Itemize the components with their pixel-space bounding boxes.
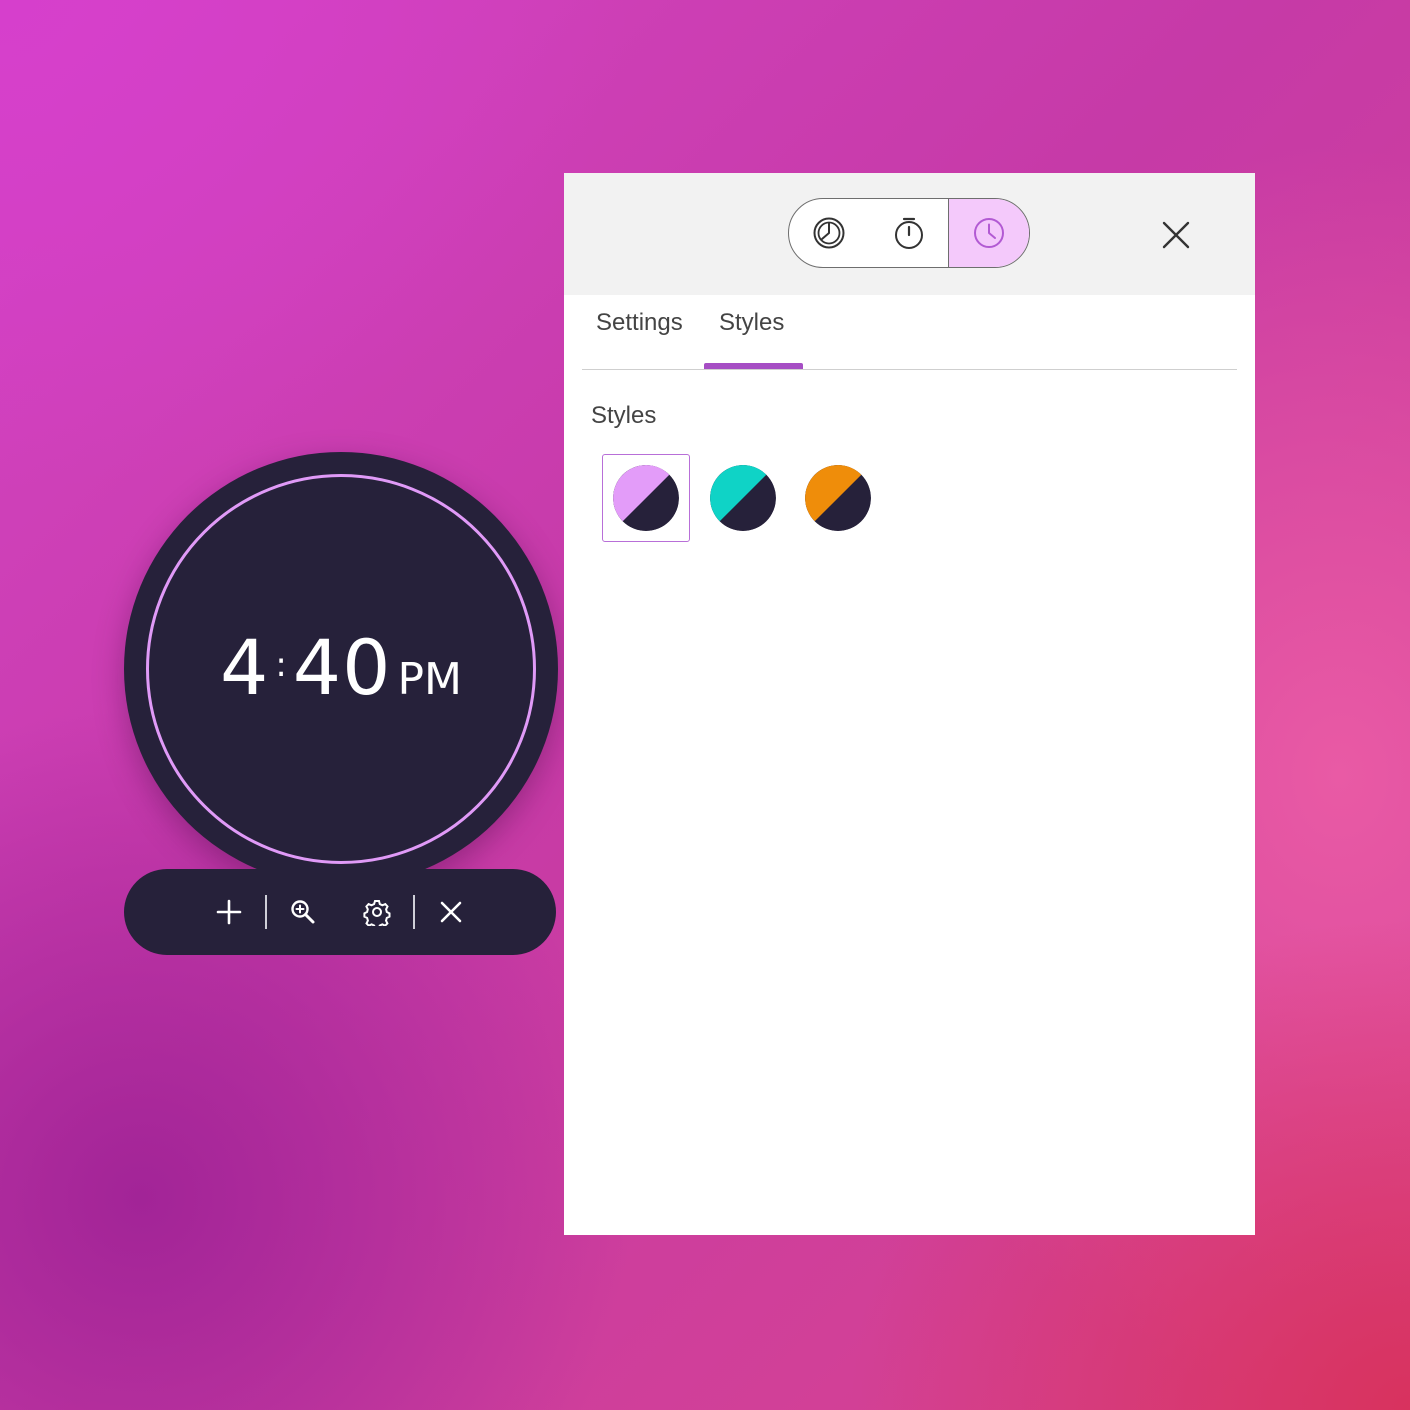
clock-time: 4 : 40 PM — [124, 630, 558, 706]
close-clock-button[interactable] — [429, 890, 473, 934]
clock-minutes: 40 — [292, 623, 392, 712]
mode-stopwatch-button[interactable] — [869, 199, 949, 267]
style-swatch-teal — [710, 465, 776, 531]
add-button[interactable] — [207, 890, 251, 934]
clock-face-icon — [813, 217, 845, 249]
clock-separator: : — [275, 645, 287, 685]
close-icon — [1162, 221, 1190, 249]
active-tab-indicator — [704, 363, 803, 369]
style-option-orange[interactable] — [794, 454, 882, 542]
clock-toolbar — [124, 869, 556, 955]
clock-icon — [974, 218, 1005, 248]
style-swatch-orange — [805, 465, 871, 531]
clock-hour: 4 — [219, 623, 270, 712]
style-swatch-purple — [613, 465, 679, 531]
toolbar-divider — [413, 895, 415, 929]
settings-panel: Settings Styles Styles — [564, 173, 1255, 1235]
mode-clock-button[interactable] — [948, 199, 1029, 267]
zoom-button[interactable] — [281, 890, 325, 934]
panel-tabs: Settings Styles — [582, 295, 1237, 370]
mode-switch — [788, 198, 1030, 268]
clock-ampm: PM — [397, 654, 463, 705]
panel-close-button[interactable] — [1156, 215, 1196, 255]
style-option-purple[interactable] — [602, 454, 690, 542]
settings-button[interactable] — [355, 890, 399, 934]
close-icon — [440, 901, 462, 923]
style-option-teal[interactable] — [699, 454, 787, 542]
stopwatch-icon — [894, 217, 923, 249]
tab-settings[interactable]: Settings — [596, 309, 683, 337]
tab-styles[interactable]: Styles — [719, 309, 784, 337]
panel-header — [564, 173, 1255, 295]
plus-icon — [216, 899, 242, 925]
clock-face: 4 : 40 PM — [124, 452, 558, 886]
gear-icon — [363, 900, 391, 926]
mode-clock-face-button[interactable] — [789, 199, 869, 267]
zoom-in-icon — [291, 900, 315, 924]
styles-section-title: Styles — [591, 402, 657, 429]
toolbar-divider — [265, 895, 267, 929]
